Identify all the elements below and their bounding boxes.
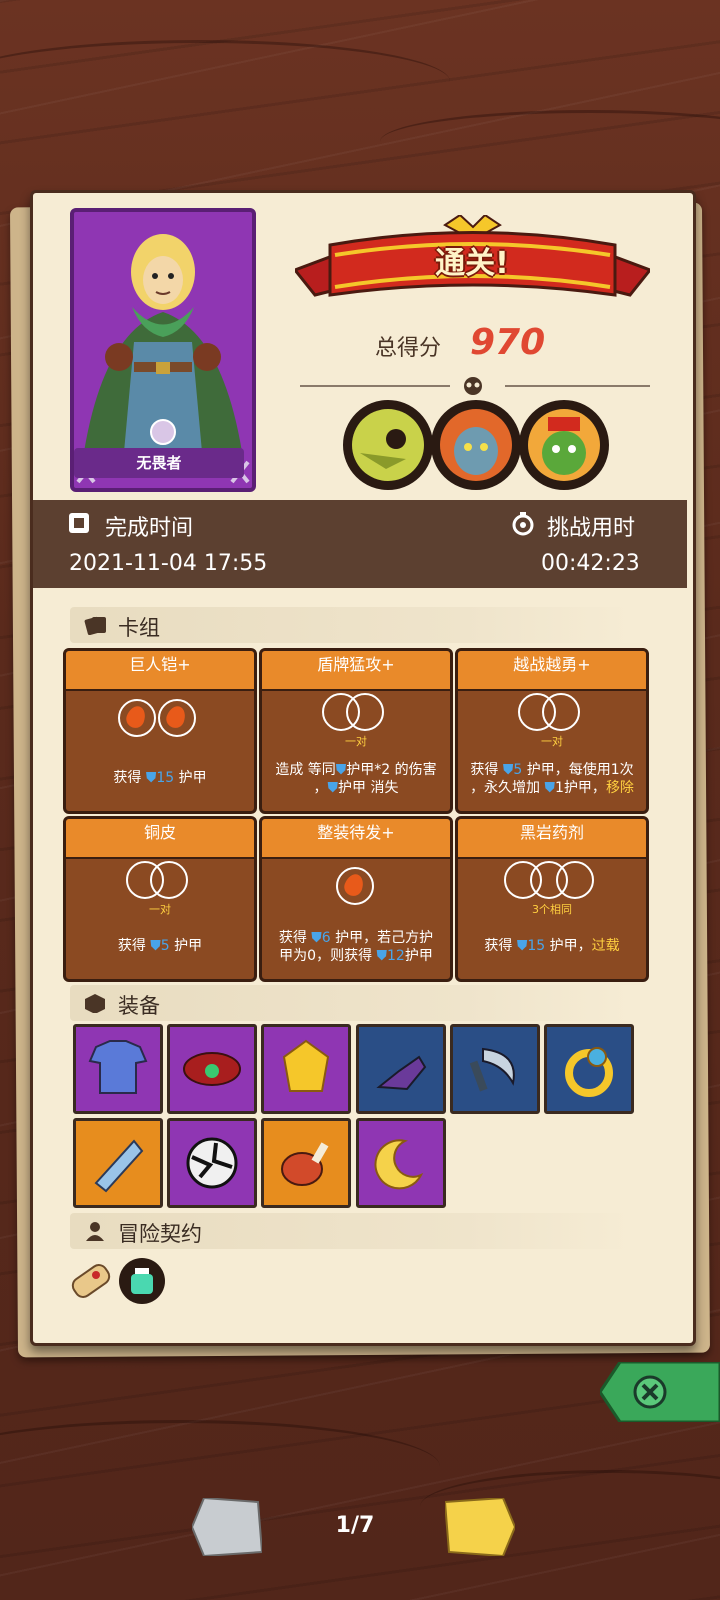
card-description: 获得 ⛊15 护甲 [113,770,207,786]
card-title: 黑岩药剂 [458,819,646,859]
dragon-skull-icon [352,409,424,481]
complete-time-value: 2021-11-04 17:55 [69,551,268,576]
next-page-button[interactable] [445,1498,515,1556]
cards-icon [84,616,106,635]
empty-slot-icon [150,861,188,899]
boss-portrait-skull[interactable] [343,400,433,490]
deck-card-shield-bash[interactable]: 盾牌猛攻+ 一对 造成 等同⛊护甲*2 的伤害 ，⛊护甲 消失 [259,648,453,814]
card-title: 巨人铠+ [66,651,254,691]
empty-slot-icon [346,693,384,731]
equipment-section-header: 装备 [70,985,634,1021]
divider-right [505,385,650,387]
shield-icon: ⛊ [376,948,388,964]
belt-icon [183,1052,241,1086]
gem-icon [282,1039,330,1092]
card-description: 获得 ⛊15 护甲，过载 [484,938,620,954]
equipment-header-label: 装备 [118,994,160,1018]
equip-amber-gem[interactable] [261,1024,351,1114]
deck-card-black-rock-potion[interactable]: 黑岩药剂 3个相同 获得 ⛊15 护甲，过载 [455,816,649,982]
deck-header-label: 卡组 [118,616,160,640]
deck-card-copper-skin[interactable]: 铜皮 一对 获得 ⛊5 护甲 [63,816,257,982]
energy-orb-icon [158,699,196,737]
divider-left [300,385,450,387]
equip-meat-leg[interactable] [261,1118,351,1208]
shield-icon: ⛊ [150,938,161,954]
boss-portrait-goblin[interactable] [519,400,609,490]
equip-moon-charm[interactable] [356,1118,446,1208]
box-icon [85,994,105,1013]
prev-page-button[interactable] [192,1498,262,1556]
duration-value: 00:42:23 [541,551,640,576]
ice-shard-icon [94,1139,144,1193]
shield-icon: ⛊ [544,780,556,796]
time-bar: 完成时间 挑战用时 2021-11-04 17:55 00:42:23 [33,500,687,588]
deck-card-ready-to-go[interactable]: 整装待发+ 获得 ⛊6 护甲，若己方护 甲为0，则获得 ⛊12护甲 [259,816,453,982]
shield-icon: ⛊ [327,780,339,796]
hero-name: 无畏者 [74,448,244,478]
moon-icon [374,1139,424,1190]
card-description: 获得 ⛊5 护甲，每使用1次 ，永久增加 ⛊1护甲，移除 [470,762,634,796]
skull-icon [464,377,482,395]
card-title: 整装待发+ [262,819,450,859]
shield-icon: ⛊ [145,770,157,786]
close-button[interactable] [600,1362,720,1422]
deck-card-brave-fight[interactable]: 越战越勇+ 一对 获得 ⛊5 护甲，每使用1次 ，永久增加 ⛊1护甲，移除 [455,648,649,814]
goblin-icon [528,409,600,481]
shield-icon: ⛊ [311,930,322,946]
card-title: 铜皮 [66,819,254,859]
card-sub-label: 一对 [541,735,563,748]
energy-orb-icon [336,867,374,905]
person-icon [86,1222,104,1241]
equip-tunic[interactable] [73,1024,163,1114]
contract-header-label: 冒险契约 [118,1222,202,1246]
contract-potion[interactable] [119,1258,165,1304]
page-indicator: 1/7 [335,1513,375,1538]
deck-card-giant-armor[interactable]: 巨人铠+ 获得 ⛊15 护甲 [63,648,257,814]
meat-icon [281,1142,329,1186]
equip-cracked-orb[interactable] [167,1118,257,1208]
card-sub-label: 一对 [345,735,367,748]
gauntlet-icon [376,1055,427,1091]
card-description: 造成 等同⛊护甲*2 的伤害 ，⛊护甲 消失 [275,762,437,796]
boss-portrait-ogre[interactable] [431,400,521,490]
deck-section-header: 卡组 [70,607,634,643]
shield-icon: ⛊ [516,938,528,954]
tunic-icon [88,1040,148,1094]
equip-ice-shard[interactable] [73,1118,163,1208]
ring-icon [565,1047,613,1097]
equip-sickle[interactable] [450,1024,540,1114]
card-description: 获得 ⛊5 护甲 [117,938,203,954]
equip-gold-ring[interactable] [544,1024,634,1114]
shield-icon: ⛊ [335,762,347,778]
card-sub-label: 3个相同 [532,903,572,916]
potion-icon [131,1268,153,1294]
scroll-icon[interactable] [66,1257,116,1307]
victory-text: 通关! [435,246,509,281]
empty-slot-icon [556,861,594,899]
duration-label: 挑战用时 [547,516,636,541]
shield-icon: ⛊ [502,762,514,778]
ogre-icon [440,409,512,481]
card-description: 获得 ⛊6 护甲，若己方护 甲为0，则获得 ⛊12护甲 [278,930,434,964]
card-title: 盾牌猛攻+ [262,651,450,691]
equip-red-belt[interactable] [167,1024,257,1114]
energy-orb-icon [118,699,156,737]
card-title: 越战越勇+ [458,651,646,691]
sickle-icon [469,1047,515,1092]
equip-gauntlet[interactable] [356,1024,446,1114]
total-score-label: 总得分 [375,336,442,361]
stopwatch-icon [512,512,534,536]
card-sub-label: 一对 [149,903,171,916]
film-icon [69,513,89,533]
empty-slot-icon [542,693,580,731]
total-score-value: 970 [470,322,546,363]
hero-portrait-icon [76,234,250,484]
cracked-orb-icon [186,1137,238,1189]
complete-time-label: 完成时间 [105,516,194,541]
contract-section-header: 冒险契约 [70,1213,634,1249]
